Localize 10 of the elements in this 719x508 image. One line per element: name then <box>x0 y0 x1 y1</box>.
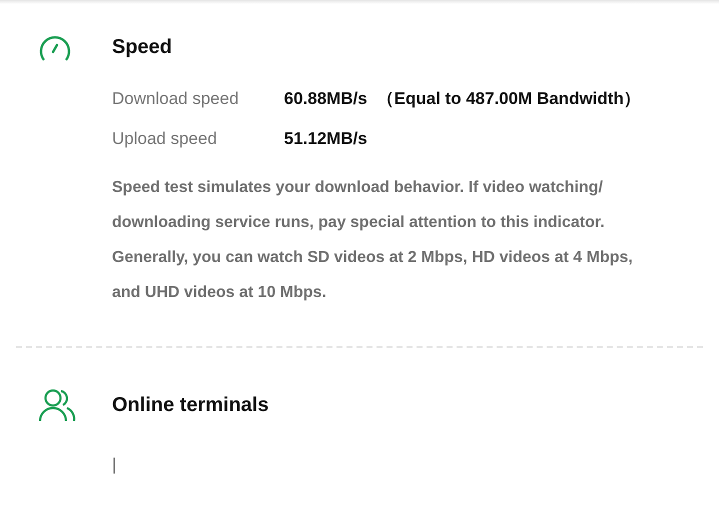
description-text: Speed test simulates your download behavior. If video watching/ downloading service runs, pay special attention to this indicator. Generally, you can watch SD videos at 2 Mbps, HD videos at 4 Mbps, and UHD videos at 10 Mbps. <box>112 178 634 303</box>
stat-value: 60.88MB/s <box>284 88 368 110</box>
stat-label: Download speed <box>112 88 240 110</box>
terminal-text: | <box>112 454 116 476</box>
bandwidth-note: （Equal to 487.00M Bandwidth） <box>377 88 641 110</box>
stat-value: 51.12MB/s <box>284 128 368 150</box>
section-title: Speed <box>112 35 172 60</box>
stat-label: Upload speed <box>112 128 218 150</box>
users-icon <box>38 388 76 422</box>
section-title: Online terminals <box>112 393 269 418</box>
